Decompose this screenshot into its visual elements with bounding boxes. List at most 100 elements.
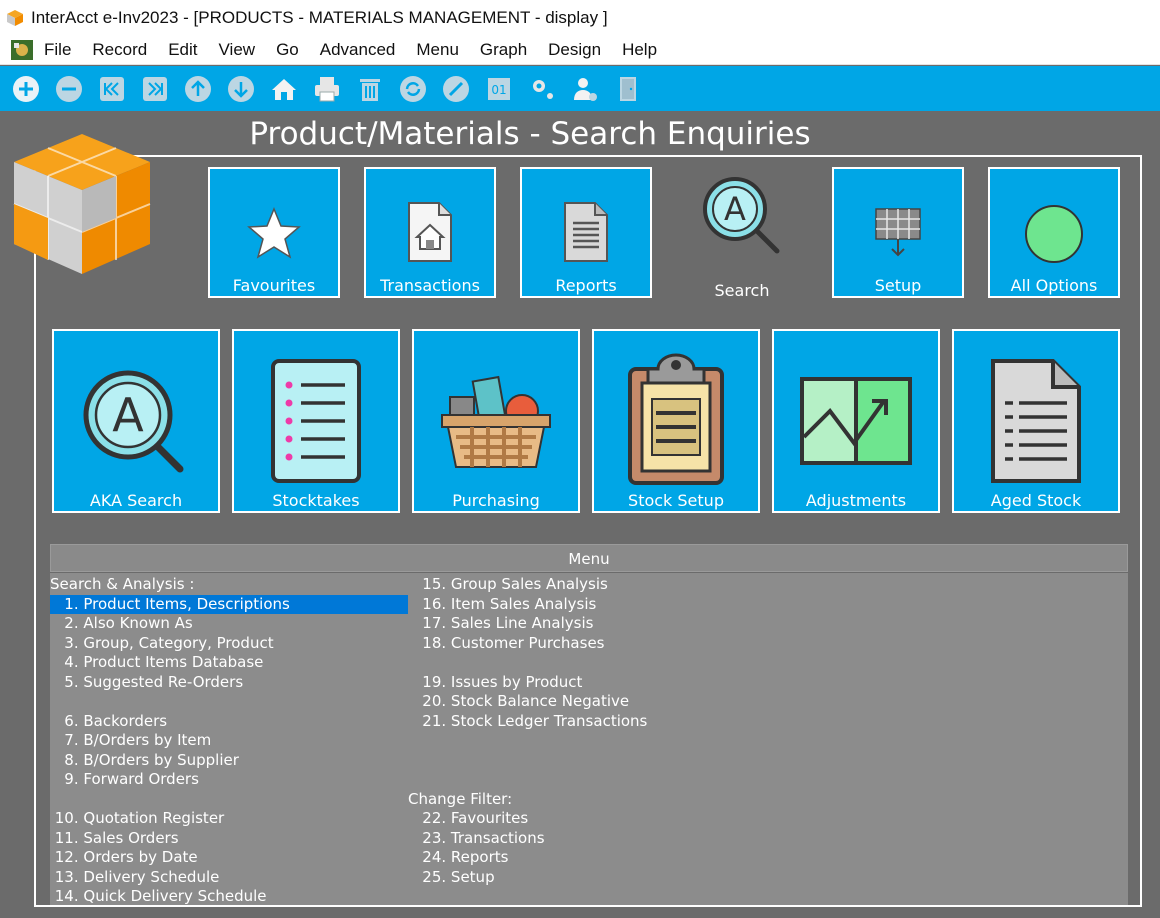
cancel-icon[interactable] (439, 72, 473, 106)
previous-icon[interactable] (181, 72, 215, 106)
menu-design[interactable]: Design (548, 40, 601, 60)
stock-setup-label: Stock Setup (628, 491, 724, 510)
menu-item[interactable]: 16. Item Sales Analysis (408, 595, 808, 615)
app-system-icon[interactable] (10, 39, 34, 61)
home-icon[interactable] (267, 72, 301, 106)
stocktakes-label: Stocktakes (272, 491, 360, 510)
menu-bar: File Record Edit View Go Advanced Menu G… (0, 35, 1160, 65)
menu-menu[interactable]: Menu (416, 40, 459, 60)
menu-item[interactable]: 18. Customer Purchases (408, 634, 808, 654)
menu-item[interactable]: 19. Issues by Product (408, 673, 808, 693)
menu-item[interactable]: 14. Quick Delivery Schedule (50, 887, 408, 907)
grid-setup-icon (875, 208, 921, 257)
chart-board-icon (800, 377, 912, 465)
menu-column-1: Search & Analysis : 1. Product Items, De… (50, 575, 408, 907)
reports-label: Reports (555, 276, 617, 295)
favourites-tile[interactable]: Favourites (208, 167, 340, 298)
search-a-icon: A (83, 370, 184, 473)
menu-help[interactable]: Help (622, 40, 657, 60)
all-options-label: All Options (1010, 276, 1098, 295)
purchasing-label: Purchasing (452, 491, 540, 510)
menu-item[interactable]: 8. B/Orders by Supplier (50, 751, 408, 771)
menu-item[interactable]: 5. Suggested Re-Orders (50, 673, 408, 693)
menu-advanced[interactable]: Advanced (320, 40, 396, 60)
menu-item[interactable]: 4. Product Items Database (50, 653, 408, 673)
menu-item[interactable]: 11. Sales Orders (50, 829, 408, 849)
menu-item[interactable]: 13. Delivery Schedule (50, 868, 408, 888)
menu-item[interactable]: 17. Sales Line Analysis (408, 614, 808, 634)
menu-spacer (408, 770, 808, 790)
aka-search-tile[interactable]: A AKA Search (52, 329, 220, 513)
adjustments-tile[interactable]: Adjustments (772, 329, 940, 513)
setup-tile[interactable]: Setup (832, 167, 964, 298)
aka-search-label: AKA Search (89, 491, 183, 510)
refresh-icon[interactable] (396, 72, 430, 106)
menu-item-selected[interactable]: 1. Product Items, Descriptions (50, 594, 408, 614)
menu-item[interactable]: 7. B/Orders by Item (50, 731, 408, 751)
menu-item[interactable]: 3. Group, Category, Product (50, 634, 408, 654)
green-circle-icon (1025, 205, 1083, 263)
menu-view[interactable]: View (219, 40, 256, 60)
first-record-icon[interactable] (95, 72, 129, 106)
basket-icon (441, 375, 551, 468)
menu-item[interactable]: 12. Orders by Date (50, 848, 408, 868)
remove-icon[interactable] (52, 72, 86, 106)
counter-icon[interactable]: 01 (482, 72, 516, 106)
menu-item[interactable]: 2. Also Known As (50, 614, 408, 634)
print-icon[interactable] (310, 72, 344, 106)
menu-item[interactable]: 25. Setup (408, 868, 808, 888)
title-bar: InterAcct e-Inv2023 - [PRODUCTS - MATERI… (0, 0, 1160, 35)
purchasing-tile[interactable]: Purchasing (412, 329, 580, 513)
menu-go[interactable]: Go (276, 40, 299, 60)
menu-spacer (408, 653, 808, 673)
clipboard-icon (628, 353, 724, 485)
menu-edit[interactable]: Edit (168, 40, 197, 60)
star-icon (247, 207, 301, 259)
menu-item[interactable]: 15. Group Sales Analysis (408, 575, 808, 595)
aged-stock-tile[interactable]: Aged Stock (952, 329, 1120, 513)
menu-record[interactable]: Record (92, 40, 147, 60)
menu-item[interactable]: 21. Stock Ledger Transactions (408, 712, 808, 732)
setup-label: Setup (874, 276, 922, 295)
menu-item[interactable]: 6. Backorders (50, 712, 408, 732)
menu-spacer (50, 790, 408, 810)
svg-text:A: A (112, 388, 144, 442)
menu-file[interactable]: File (44, 40, 71, 60)
all-options-tile[interactable]: All Options (988, 167, 1120, 298)
menu-item[interactable]: 24. Reports (408, 848, 808, 868)
delete-icon[interactable] (353, 72, 387, 106)
transactions-label: Transactions (380, 276, 480, 295)
menu-item[interactable]: 22. Favourites (408, 809, 808, 829)
exit-door-icon[interactable] (611, 72, 645, 106)
transactions-tile[interactable]: Transactions (364, 167, 496, 298)
checklist-icon (271, 359, 361, 483)
settings-icon[interactable] (525, 72, 559, 106)
favourites-label: Favourites (232, 276, 316, 295)
menu-item[interactable]: 23. Transactions (408, 829, 808, 849)
adjustments-label: Adjustments (805, 491, 907, 510)
report-document-icon (564, 202, 608, 262)
menu-item[interactable]: 10. Quotation Register (50, 809, 408, 829)
add-icon[interactable] (9, 72, 43, 106)
svg-text:A: A (724, 190, 746, 228)
logo-cube-icon (13, 134, 151, 274)
search-tile[interactable]: A Search (676, 167, 808, 301)
toolbar: 01 (0, 66, 1160, 111)
menu-spacer (50, 692, 408, 712)
menu-panel-header: Menu (50, 544, 1128, 572)
aged-stock-label: Aged Stock (990, 491, 1082, 510)
window-title: InterAcct e-Inv2023 - [PRODUCTS - MATERI… (31, 7, 608, 27)
menu-section-heading: Search & Analysis : (50, 575, 195, 593)
stocktakes-tile[interactable]: Stocktakes (232, 329, 400, 513)
next-icon[interactable] (224, 72, 258, 106)
menu-spacer (408, 731, 808, 751)
menu-item[interactable]: 9. Forward Orders (50, 770, 408, 790)
reports-tile[interactable]: Reports (520, 167, 652, 298)
menu-column-2: 15. Group Sales Analysis 16. Item Sales … (408, 575, 808, 887)
house-document-icon (408, 202, 452, 262)
user-settings-icon[interactable] (568, 72, 602, 106)
menu-item[interactable]: 20. Stock Balance Negative (408, 692, 808, 712)
last-record-icon[interactable] (138, 72, 172, 106)
stock-setup-tile[interactable]: Stock Setup (592, 329, 760, 513)
menu-graph[interactable]: Graph (480, 40, 527, 60)
